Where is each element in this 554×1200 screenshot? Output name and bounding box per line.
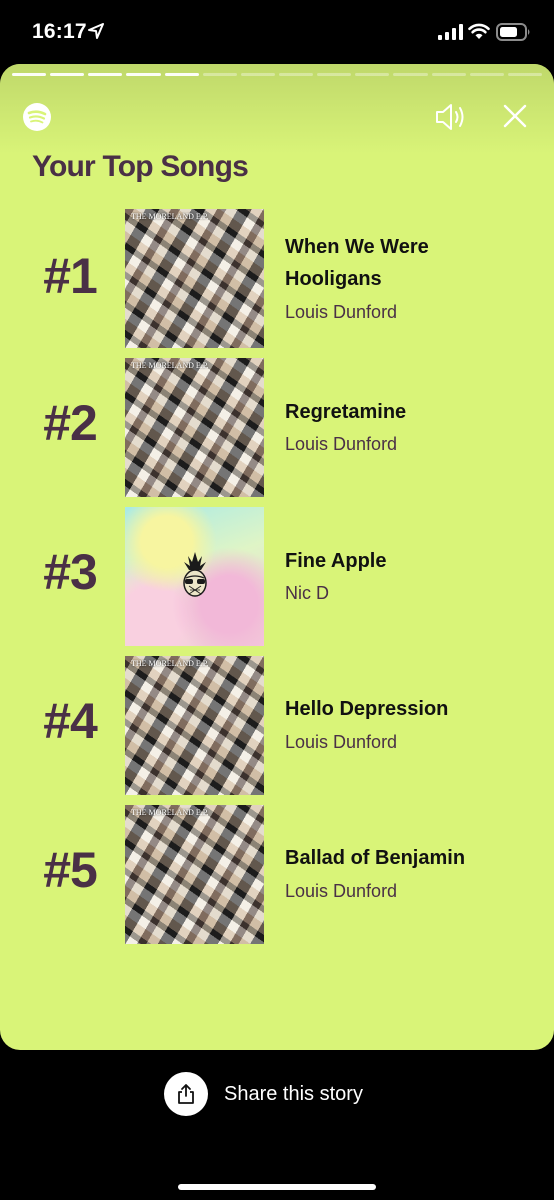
top-song-row[interactable]: #5 THE MORELAND E.P. Ballad of Benjamin …	[0, 805, 554, 945]
status-time: 16:17	[32, 20, 87, 43]
album-art: THE MORELAND E.P.	[125, 805, 264, 944]
top-song-row[interactable]: #4 THE MORELAND E.P. Hello Depression Lo…	[0, 656, 554, 796]
progress-segment	[88, 73, 123, 76]
top-song-row[interactable]: #2 THE MORELAND E.P. Regretamine Louis D…	[0, 358, 554, 498]
album-caption: THE MORELAND E.P.	[131, 659, 209, 668]
progress-segment	[469, 73, 504, 76]
location-arrow-icon	[88, 23, 104, 39]
story-progress-bar	[12, 73, 542, 77]
album-art: THE MORELAND E.P.	[125, 656, 264, 795]
song-artist: Louis Dunford	[285, 881, 398, 901]
story-title: Your Top Songs	[32, 150, 249, 183]
share-button-circle[interactable]	[164, 1072, 208, 1116]
progress-segment	[355, 73, 390, 76]
album-art: THE MORELAND E.P.	[125, 358, 264, 497]
song-title-continued: Hooligans	[285, 268, 382, 290]
progress-segment	[12, 73, 47, 76]
progress-segment	[202, 73, 237, 76]
card-top-shade	[0, 64, 554, 154]
song-artist: Louis Dunford	[285, 434, 398, 454]
album-caption: THE MORELAND E.P.	[131, 808, 209, 817]
progress-segment	[240, 73, 275, 76]
speaker-icon[interactable]	[434, 102, 470, 132]
close-icon[interactable]	[503, 104, 527, 128]
share-icon	[178, 1084, 194, 1104]
progress-segment	[126, 73, 161, 76]
song-artist: Louis Dunford	[285, 302, 398, 322]
progress-segment	[278, 73, 314, 76]
story-card[interactable]: Your Top Songs #1 THE MORELAND E.P. When…	[0, 64, 554, 1050]
progress-segment	[164, 73, 199, 76]
album-caption: THE MORELAND E.P.	[131, 361, 209, 370]
wifi-icon	[468, 23, 490, 39]
progress-segment	[50, 73, 85, 76]
home-indicator[interactable]	[178, 1184, 376, 1190]
progress-segment	[507, 73, 542, 76]
song-title: Fine Apple	[285, 550, 387, 572]
song-rank: #1	[43, 248, 98, 304]
battery-icon	[496, 23, 530, 41]
progress-segment	[317, 73, 352, 76]
album-art: THE MORELAND E.P.	[125, 209, 264, 348]
progress-segment	[431, 73, 466, 76]
song-rank: #5	[43, 842, 98, 898]
song-rank: #3	[43, 544, 98, 600]
song-title: Ballad of Benjamin	[285, 847, 466, 869]
share-story-button[interactable]: Share this story	[164, 1072, 363, 1116]
song-title: Hello Depression	[285, 698, 449, 720]
album-art	[125, 507, 264, 646]
album-caption: THE MORELAND E.P.	[131, 212, 209, 221]
song-artist: Nic D	[285, 583, 329, 603]
top-song-row[interactable]: #1 THE MORELAND E.P. When We Were Hoolig…	[0, 209, 554, 349]
song-rank: #2	[43, 395, 98, 451]
song-rank: #4	[43, 693, 98, 749]
share-label: Share this story	[224, 1082, 363, 1105]
progress-segment	[393, 73, 428, 76]
song-artist: Louis Dunford	[285, 732, 398, 752]
spotify-icon	[23, 103, 51, 131]
signal-icon	[438, 24, 463, 40]
status-bar: 16:17	[0, 0, 554, 66]
song-title: Regretamine	[285, 401, 407, 423]
pineapple-icon	[183, 552, 207, 597]
top-song-row[interactable]: #3 Fine Apple Nic D	[0, 507, 554, 647]
song-title: When We Were	[285, 236, 429, 258]
